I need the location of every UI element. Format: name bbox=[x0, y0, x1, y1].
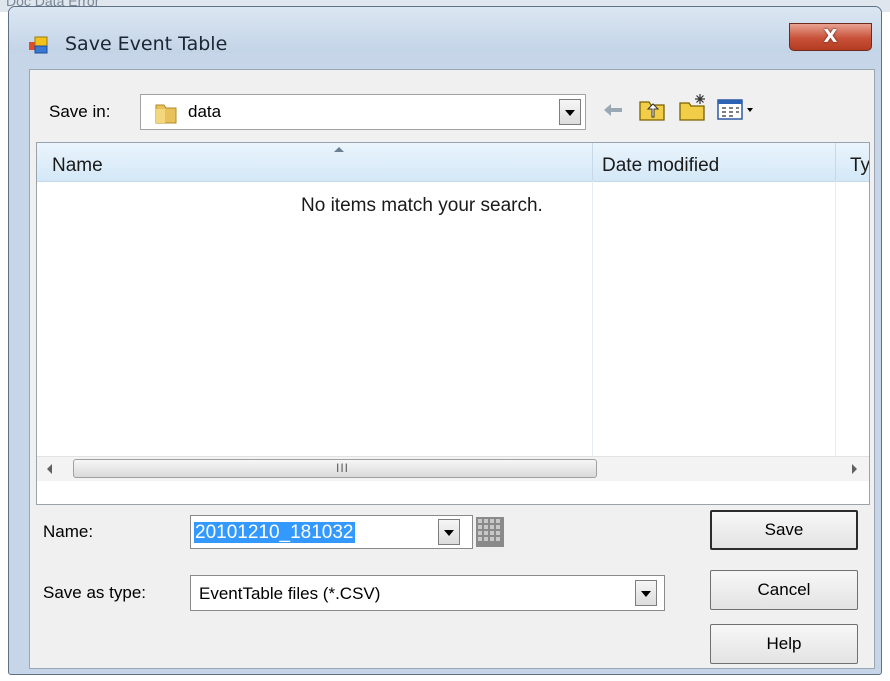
name-label: Name: bbox=[43, 522, 94, 541]
up-folder-icon[interactable] bbox=[638, 96, 666, 122]
scroll-right-icon[interactable] bbox=[852, 464, 857, 474]
dialog-body: Save in: data Name Date modified Ty No i… bbox=[29, 69, 875, 669]
save-in-dropdown-button[interactable] bbox=[559, 99, 581, 125]
column-header-name-label: Name bbox=[52, 155, 103, 176]
scrollbar-thumb[interactable]: III bbox=[73, 459, 597, 478]
save-as-type-select[interactable]: EventTable files (*.CSV) bbox=[190, 575, 665, 611]
window-title: Save Event Table bbox=[65, 33, 228, 55]
close-icon: X bbox=[823, 26, 838, 47]
file-list-header: Name Date modified Ty bbox=[37, 143, 869, 182]
column-divider-line bbox=[592, 181, 593, 456]
horizontal-scrollbar[interactable]: III bbox=[37, 456, 869, 481]
column-header-date-label: Date modified bbox=[602, 155, 720, 176]
keypad-grid-icon[interactable] bbox=[476, 517, 504, 547]
cancel-button[interactable]: Cancel bbox=[710, 570, 858, 610]
chevron-down-icon bbox=[641, 591, 651, 597]
save-button[interactable]: Save bbox=[710, 510, 858, 550]
view-menu-icon[interactable] bbox=[716, 97, 756, 121]
new-folder-icon[interactable] bbox=[678, 92, 708, 122]
title-bar[interactable]: Save Event Table X bbox=[9, 7, 881, 55]
help-button[interactable]: Help bbox=[710, 624, 858, 664]
column-header-name[interactable]: Name bbox=[37, 143, 592, 181]
file-name-dropdown-button[interactable] bbox=[438, 519, 460, 545]
empty-list-message: No items match your search. bbox=[301, 195, 543, 216]
file-list[interactable]: Name Date modified Ty No items match you… bbox=[36, 142, 870, 505]
column-header-type[interactable]: Ty bbox=[836, 143, 870, 181]
file-name-value: 20101210_181032 bbox=[194, 522, 355, 543]
save-as-type-label: Save as type: bbox=[43, 583, 147, 602]
scrollbar-grip: III bbox=[336, 461, 350, 475]
column-header-type-label: Ty bbox=[850, 155, 870, 176]
scroll-left-icon[interactable] bbox=[47, 464, 52, 474]
close-button[interactable]: X bbox=[789, 23, 872, 51]
back-arrow-icon[interactable] bbox=[602, 102, 624, 118]
file-name-input[interactable]: 20101210_181032 bbox=[190, 515, 473, 549]
save-dialog: Save Event Table X Save in: data Name Da… bbox=[8, 6, 882, 675]
save-in-value: data bbox=[188, 102, 222, 121]
column-divider-line bbox=[835, 181, 836, 456]
chevron-down-icon bbox=[565, 110, 575, 116]
app-icon bbox=[29, 36, 48, 54]
column-header-date-modified[interactable]: Date modified bbox=[593, 143, 835, 181]
chevron-down-icon bbox=[444, 530, 454, 536]
save-in-label: Save in: bbox=[49, 102, 111, 121]
save-as-type-value: EventTable files (*.CSV) bbox=[199, 584, 381, 603]
save-in-combo[interactable]: data bbox=[140, 94, 586, 130]
save-as-type-dropdown-button[interactable] bbox=[635, 580, 657, 606]
folder-icon bbox=[155, 104, 177, 124]
